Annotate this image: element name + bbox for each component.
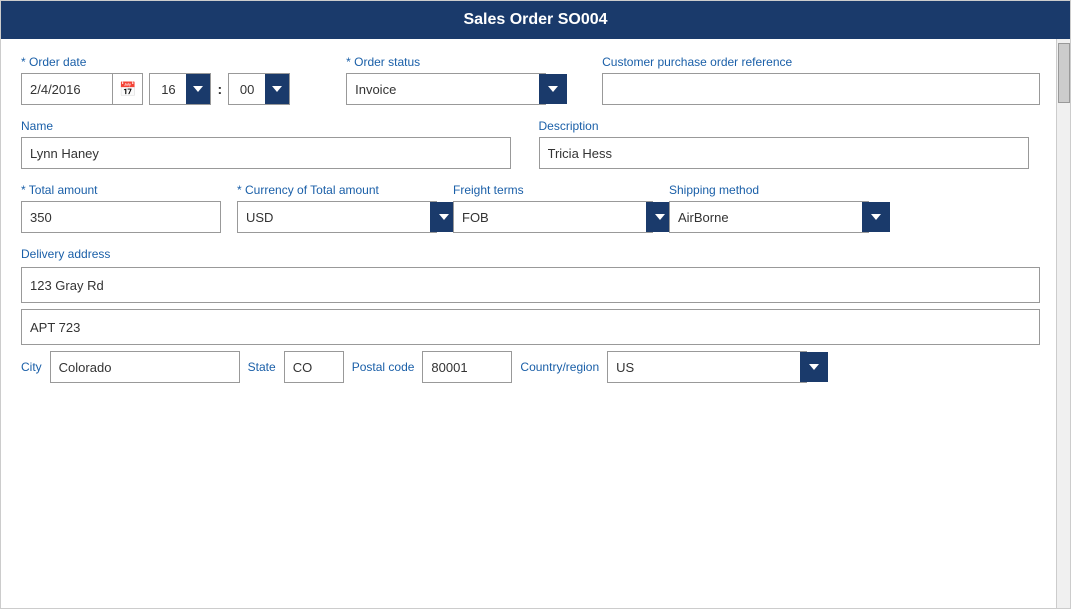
name-input[interactable] [21,137,511,169]
freight-select-wrapper [453,201,653,233]
country-input[interactable] [608,352,800,382]
order-status-group: Order status [346,55,546,105]
freight-input[interactable] [454,202,646,232]
city-input[interactable] [50,351,240,383]
address-line1-row [21,267,1040,303]
scrollbar[interactable] [1056,39,1070,608]
customer-po-input[interactable] [602,73,1040,105]
order-status-select-wrapper [346,73,546,105]
currency-input[interactable] [238,202,430,232]
postal-label: Postal code [352,360,415,374]
country-dropdown-button[interactable] [800,352,828,382]
order-date-input[interactable] [22,74,112,104]
address-line2-input[interactable] [21,309,1040,345]
order-status-label: Order status [346,55,546,69]
delivery-section: Delivery address City State Postal code … [21,247,1040,383]
time-minute-wrapper [228,73,290,105]
page-title: Sales Order SO004 [463,11,607,28]
shipping-dropdown-button[interactable] [862,202,890,232]
time-hour-input[interactable] [150,74,186,104]
time-minute-input[interactable] [229,74,265,104]
shipping-input[interactable] [670,202,862,232]
currency-group: Currency of Total amount [237,183,437,233]
order-status-input[interactable] [347,74,539,104]
city-label: City [21,360,42,374]
row-amounts: Total amount Currency of Total amount Fr… [21,183,1040,233]
order-date-group: Order date 📅 : [21,55,290,105]
form-area: Order date 📅 : [1,39,1070,608]
currency-select-wrapper [237,201,437,233]
order-status-dropdown-button[interactable] [539,74,567,104]
main-window: Sales Order SO004 Order date 📅 [0,0,1071,609]
time-hour-wrapper [149,73,211,105]
minute-dropdown-button[interactable] [265,74,289,104]
description-group: Description [539,119,1041,169]
hour-dropdown-button[interactable] [186,74,210,104]
calendar-icon: 📅 [119,81,136,98]
row-order-header: Order date 📅 : [21,55,1040,105]
delivery-address-label: Delivery address [21,247,1040,261]
freight-terms-group: Freight terms [453,183,653,233]
state-label: State [248,360,276,374]
customer-po-group: Customer purchase order reference [602,55,1040,105]
currency-label: Currency of Total amount [237,183,437,197]
time-colon: : [217,81,222,97]
total-amount-label: Total amount [21,183,221,197]
row-name-description: Name Description [21,119,1040,169]
customer-po-label: Customer purchase order reference [602,55,1040,69]
title-bar: Sales Order SO004 [1,1,1070,39]
calendar-button[interactable]: 📅 [112,74,142,104]
shipping-select-wrapper [669,201,869,233]
total-amount-input[interactable] [21,201,221,233]
country-label: Country/region [520,360,599,374]
order-date-wrapper: 📅 [21,73,143,105]
shipping-method-group: Shipping method [669,183,869,233]
freight-terms-label: Freight terms [453,183,653,197]
country-select-wrapper [607,351,807,383]
shipping-method-label: Shipping method [669,183,869,197]
total-amount-group: Total amount [21,183,221,233]
postal-input[interactable] [422,351,512,383]
name-label: Name [21,119,523,133]
description-input[interactable] [539,137,1029,169]
scroll-thumb[interactable] [1058,43,1070,103]
address-line1-input[interactable] [21,267,1040,303]
state-input[interactable] [284,351,344,383]
order-date-label: Order date [21,55,290,69]
description-label: Description [539,119,1041,133]
name-group: Name [21,119,523,169]
address-line2-row [21,309,1040,345]
city-state-row: City State Postal code Country/region [21,351,1040,383]
